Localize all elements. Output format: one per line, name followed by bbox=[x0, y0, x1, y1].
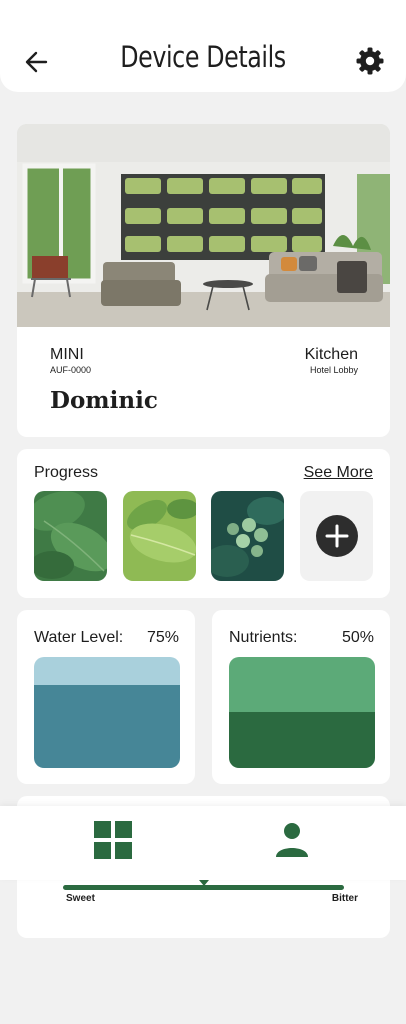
see-more-link[interactable]: See More bbox=[304, 464, 373, 482]
water-level-fill bbox=[34, 685, 180, 768]
device-name: Dominic bbox=[50, 387, 158, 414]
device-room: Kitchen bbox=[304, 346, 358, 363]
taste-left-label: Sweet bbox=[66, 893, 95, 904]
add-photo-button[interactable] bbox=[300, 491, 373, 581]
device-model: MINI bbox=[50, 346, 84, 363]
water-level-value: 75% bbox=[146, 629, 179, 646]
progress-card: Progress See More bbox=[17, 449, 390, 598]
progress-title: Progress bbox=[34, 464, 99, 481]
grid-icon bbox=[94, 821, 132, 859]
nutrients-label: Nutrients: bbox=[229, 629, 298, 646]
nutrients-empty bbox=[229, 657, 375, 712]
app-header: Device Details bbox=[0, 0, 406, 92]
device-card[interactable]: MINI AUF-0000 Kitchen Hotel Lobby Domini… bbox=[17, 124, 390, 437]
device-location: Hotel Lobby bbox=[309, 365, 358, 375]
progress-photo-2[interactable] bbox=[123, 491, 196, 581]
plus-icon bbox=[315, 515, 358, 557]
nav-dashboard-button[interactable] bbox=[93, 820, 133, 860]
page-title: Device Details bbox=[120, 40, 286, 74]
taste-right-label: Bitter bbox=[331, 893, 358, 904]
nutrients-card: Nutrients: 50% bbox=[212, 610, 390, 784]
nutrients-fill bbox=[229, 712, 375, 768]
water-level-gauge bbox=[34, 657, 180, 768]
nav-profile-button[interactable] bbox=[272, 820, 312, 860]
bottom-nav bbox=[0, 806, 406, 880]
water-level-card: Water Level: 75% bbox=[17, 610, 195, 784]
progress-photo-1[interactable] bbox=[34, 491, 107, 581]
nutrients-gauge bbox=[229, 657, 375, 768]
user-icon bbox=[276, 823, 308, 857]
water-level-label: Water Level: bbox=[34, 629, 124, 646]
water-level-empty bbox=[34, 657, 180, 685]
progress-photo-3[interactable] bbox=[211, 491, 284, 581]
gear-icon bbox=[356, 47, 384, 75]
taste-slider-marker[interactable] bbox=[198, 880, 209, 886]
settings-button[interactable] bbox=[352, 43, 388, 79]
device-serial: AUF-0000 bbox=[50, 365, 92, 375]
room-photo bbox=[17, 124, 390, 327]
nutrients-value: 50% bbox=[341, 629, 374, 646]
